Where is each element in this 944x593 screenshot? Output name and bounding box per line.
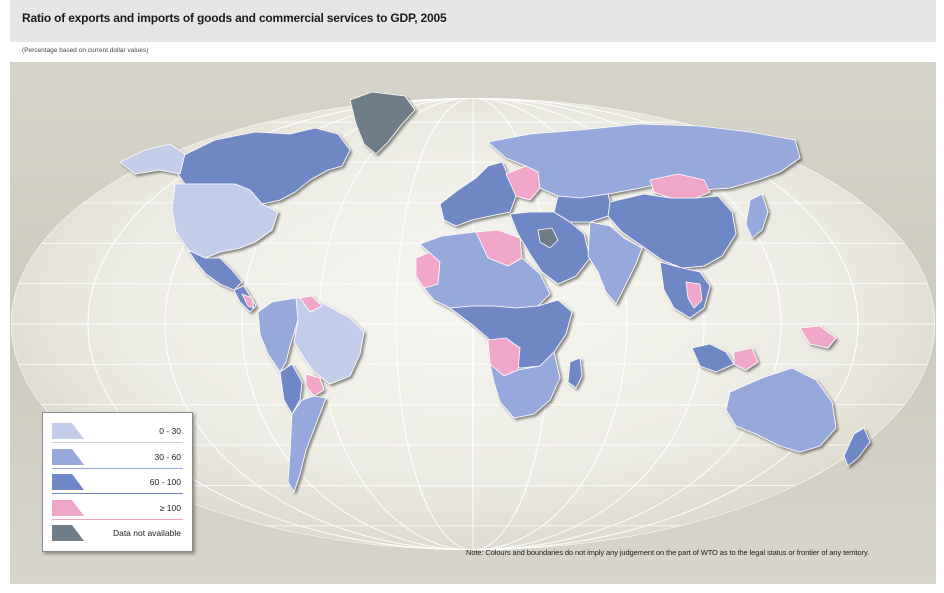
map-subtitle: (Percentage based on current dollar valu…: [22, 47, 149, 54]
legend-swatch-60-100: [52, 474, 84, 490]
legend-label-0-30: 0 - 30: [159, 426, 181, 436]
legend-item-0-30: 0 - 30: [52, 423, 183, 443]
legend-label-60-100: 60 - 100: [149, 477, 181, 487]
legend-swatch-100-plus: [52, 500, 84, 516]
legend-label-30-60: 30 - 60: [154, 452, 181, 462]
legend-label-no-data: Data not available: [112, 528, 181, 538]
legend-label-100-plus: ≥ 100: [159, 503, 181, 513]
legend: 0 - 30 30 - 60 60 - 100 ≥ 100 Data not a…: [42, 412, 193, 552]
legend-item-no-data: Data not available: [52, 525, 183, 542]
map-title: Ratio of exports and imports of goods an…: [22, 11, 447, 25]
title-bar: Ratio of exports and imports of goods an…: [10, 0, 936, 42]
legend-swatch-no-data: [52, 525, 84, 541]
disclaimer-note: Note: Colours and boundaries do not impl…: [466, 548, 870, 557]
legend-item-60-100: 60 - 100: [52, 474, 183, 494]
legend-swatch-0-30: [52, 423, 84, 439]
legend-item-100-plus: ≥ 100: [52, 500, 183, 520]
legend-item-30-60: 30 - 60: [52, 449, 183, 469]
legend-swatch-30-60: [52, 449, 84, 465]
